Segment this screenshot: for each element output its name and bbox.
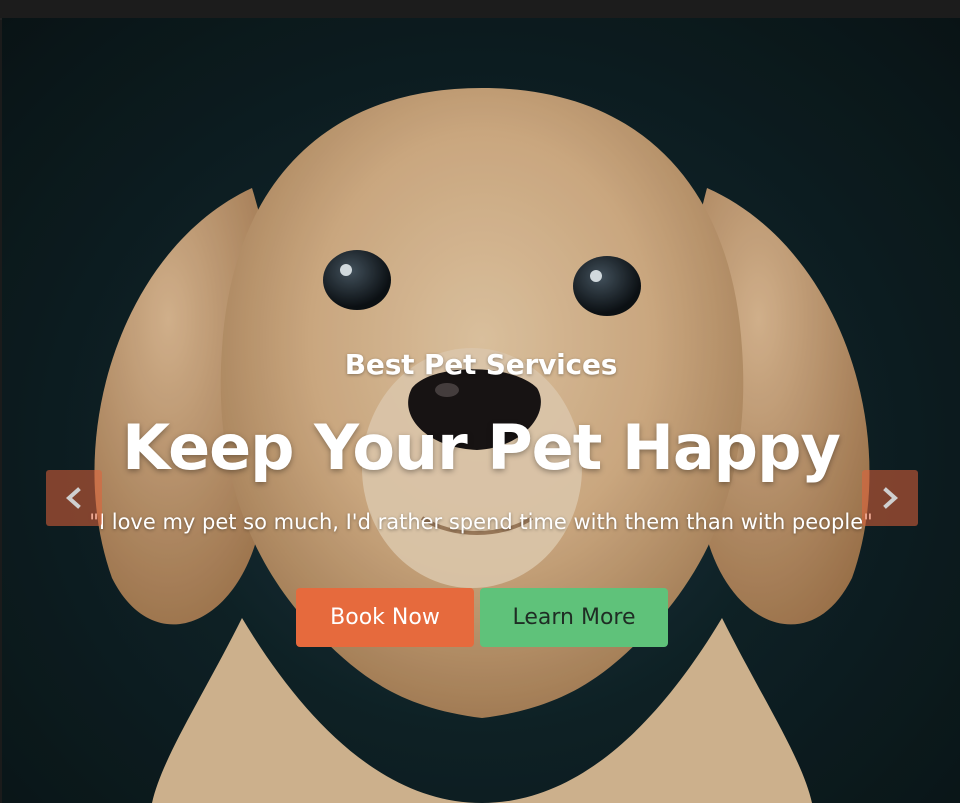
carousel-next-button[interactable]	[862, 470, 918, 526]
learn-more-button[interactable]: Learn More	[480, 588, 668, 647]
chevron-right-icon	[883, 487, 899, 509]
hero-title: Keep Your Pet Happy	[122, 411, 841, 484]
hero-quote: "I love my pet so much, I'd rather spend…	[89, 510, 873, 534]
hero-carousel: Best Pet Services Keep Your Pet Happy "I…	[2, 18, 960, 803]
chevron-left-icon	[65, 487, 81, 509]
window-top-bar	[0, 0, 960, 20]
hero-subtitle: Best Pet Services	[344, 348, 618, 381]
carousel-prev-button[interactable]	[46, 470, 102, 526]
book-now-button[interactable]: Book Now	[296, 588, 474, 647]
